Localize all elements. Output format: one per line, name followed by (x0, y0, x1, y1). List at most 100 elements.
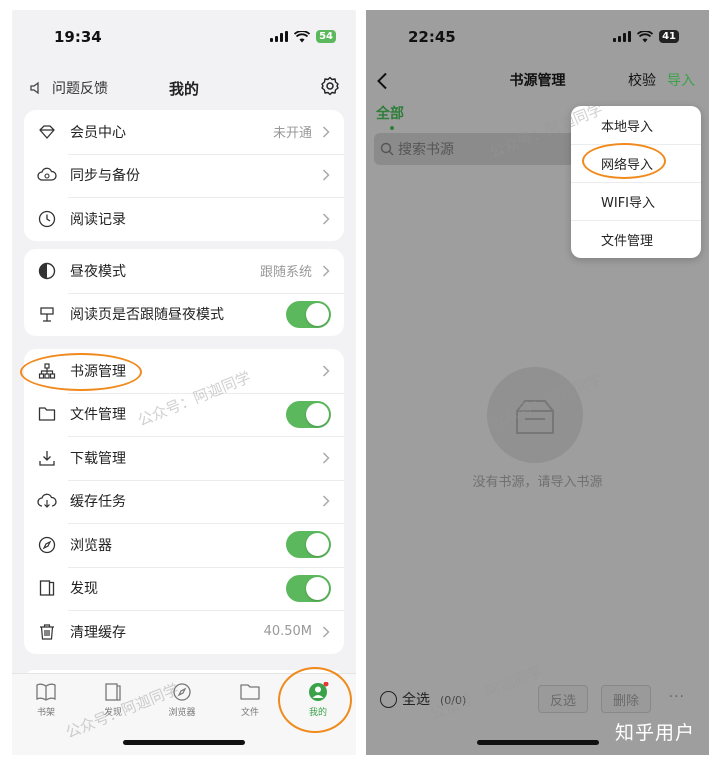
row-value: 未开通 (272, 126, 312, 142)
discover-toggle[interactable] (286, 574, 331, 602)
settings-group-display: 昼夜模式 跟随系统 阅读页是否跟随昼夜模式 (24, 249, 344, 336)
credit-text: 知乎用户 (614, 722, 695, 744)
tab-browser[interactable]: 浏览器 (152, 682, 212, 718)
row-label: 清理缓存 (70, 624, 126, 641)
home-indicator (476, 740, 599, 745)
row-label: 阅读记录 (70, 211, 126, 228)
trash-icon (37, 622, 57, 642)
settings-group-tools: 书源管理 文件管理 下载管理 缓存任务 浏览器 发现 清理缓存 40.50M (24, 349, 344, 654)
menu-item-file-manage[interactable]: 文件管理 (571, 220, 701, 258)
menu-item-network-import[interactable]: 网络导入 (571, 144, 701, 182)
compass-icon (37, 535, 57, 555)
row-day-night-mode[interactable]: 昼夜模式 跟随系统 (24, 249, 344, 293)
menu-item-local-import[interactable]: 本地导入 (571, 106, 701, 144)
clock-icon (37, 209, 57, 229)
tab-label: 书架 (36, 708, 55, 718)
row-label: 浏览器 (70, 537, 112, 554)
follow-night-toggle[interactable] (286, 300, 331, 328)
wifi-icon (294, 30, 311, 42)
invert-select-button[interactable]: 反选 (538, 685, 588, 713)
import-button[interactable]: 导入 (667, 70, 695, 90)
row-book-source-manage[interactable]: 书源管理 (24, 349, 344, 393)
select-all-checkbox[interactable]: 全选 (380, 689, 430, 709)
row-label: 书源管理 (70, 363, 126, 380)
row-label: 会员中心 (70, 124, 126, 141)
battery-indicator: 54 (316, 30, 336, 43)
home-indicator (123, 740, 245, 745)
battery-indicator: 41 (659, 30, 679, 43)
menu-item-wifi-import[interactable]: WIFI导入 (571, 182, 701, 220)
status-bar: 22:45 41 (366, 10, 709, 66)
delete-button[interactable]: 删除 (601, 685, 651, 713)
folder-icon (240, 684, 260, 700)
chevron-right-icon (318, 365, 334, 377)
sitemap-icon (37, 361, 57, 381)
import-dropdown-menu: 本地导入 网络导入 WIFI导入 文件管理 (571, 106, 701, 258)
chevron-right-icon (318, 169, 334, 181)
row-value: 40.50M (263, 624, 312, 640)
bottom-tab-bar: 书架 发现 浏览器 文件 我的 (12, 673, 356, 755)
more-options-icon[interactable]: ··· (669, 689, 685, 705)
row-cache-tasks[interactable]: 缓存任务 (24, 479, 344, 524)
discover-icon (105, 683, 121, 701)
tab-discover[interactable]: 发现 (83, 682, 143, 718)
empty-state-text: 没有书源，请导入书源 (472, 475, 603, 490)
tab-label: 浏览器 (168, 708, 196, 718)
row-sync-backup[interactable]: 同步与备份 (24, 153, 344, 198)
row-label: 下载管理 (70, 450, 126, 467)
download-icon (37, 448, 57, 468)
file-manage-toggle[interactable] (286, 400, 331, 428)
row-label: 缓存任务 (70, 494, 126, 511)
tab-bookshelf[interactable]: 书架 (16, 682, 76, 718)
row-reading-history[interactable]: 阅读记录 (24, 197, 344, 241)
left-phone-screen: 19:34 54 问题反馈 我的 会员中心 未开通 同步与备份 阅读记录 昼夜模… (12, 10, 356, 755)
tab-label: 文件 (240, 708, 259, 718)
tab-files[interactable]: 文件 (220, 682, 280, 718)
diamond-icon (37, 122, 57, 142)
search-input[interactable]: 搜索书源 (374, 133, 584, 165)
radio-circle-icon (380, 690, 397, 708)
lamp-icon (37, 304, 57, 324)
status-bar: 19:34 54 (12, 10, 356, 66)
signal-icon (613, 31, 632, 42)
status-icons: 41 (613, 30, 679, 43)
book-icon (37, 578, 57, 598)
select-all-label: 全选 (402, 692, 430, 708)
browser-toggle[interactable] (286, 531, 331, 559)
chevron-right-icon (318, 213, 334, 225)
compass-icon (173, 683, 191, 701)
settings-group-account: 会员中心 未开通 同步与备份 阅读记录 (24, 110, 344, 241)
row-member-center[interactable]: 会员中心 未开通 (24, 110, 344, 154)
selection-count: (0/0) (440, 694, 467, 707)
folder-icon (37, 404, 57, 424)
row-reader-follow-night: 阅读页是否跟随昼夜模式 (24, 292, 344, 337)
tab-indicator (390, 126, 394, 130)
search-icon (380, 142, 394, 156)
chevron-right-icon (318, 452, 334, 464)
row-file-manage: 文件管理 (24, 392, 344, 437)
chevron-right-icon (318, 626, 334, 638)
row-value: 跟随系统 (259, 265, 312, 281)
row-download-manage[interactable]: 下载管理 (24, 436, 344, 480)
chevron-right-icon (318, 126, 334, 138)
nav-bar: 问题反馈 我的 (12, 66, 356, 110)
row-label: 同步与备份 (70, 168, 140, 185)
page-title: 书源管理 (509, 73, 566, 89)
row-browser: 浏览器 (24, 523, 344, 567)
screenshot-root: 19:34 54 问题反馈 我的 会员中心 未开通 同步与备份 阅读记录 昼夜模… (0, 0, 720, 765)
signal-icon (270, 31, 289, 42)
row-label: 阅读页是否跟随昼夜模式 (70, 307, 224, 324)
row-clear-cache[interactable]: 清理缓存 40.50M (24, 610, 344, 654)
check-button[interactable]: 校验 (628, 70, 656, 90)
status-time: 19:34 (54, 28, 102, 46)
wifi-icon (637, 30, 654, 42)
settings-gear-icon[interactable] (320, 76, 340, 100)
tab-label: 我的 (308, 708, 327, 718)
chevron-right-icon (318, 265, 334, 277)
batch-action-bar: 全选 (0/0) 反选 删除 ··· (366, 685, 709, 715)
row-label: 昼夜模式 (70, 263, 126, 280)
tab-all[interactable]: 全部 (376, 103, 404, 123)
tab-mine[interactable]: 我的 (288, 682, 348, 718)
chevron-right-icon (318, 495, 334, 507)
user-icon (309, 682, 329, 701)
